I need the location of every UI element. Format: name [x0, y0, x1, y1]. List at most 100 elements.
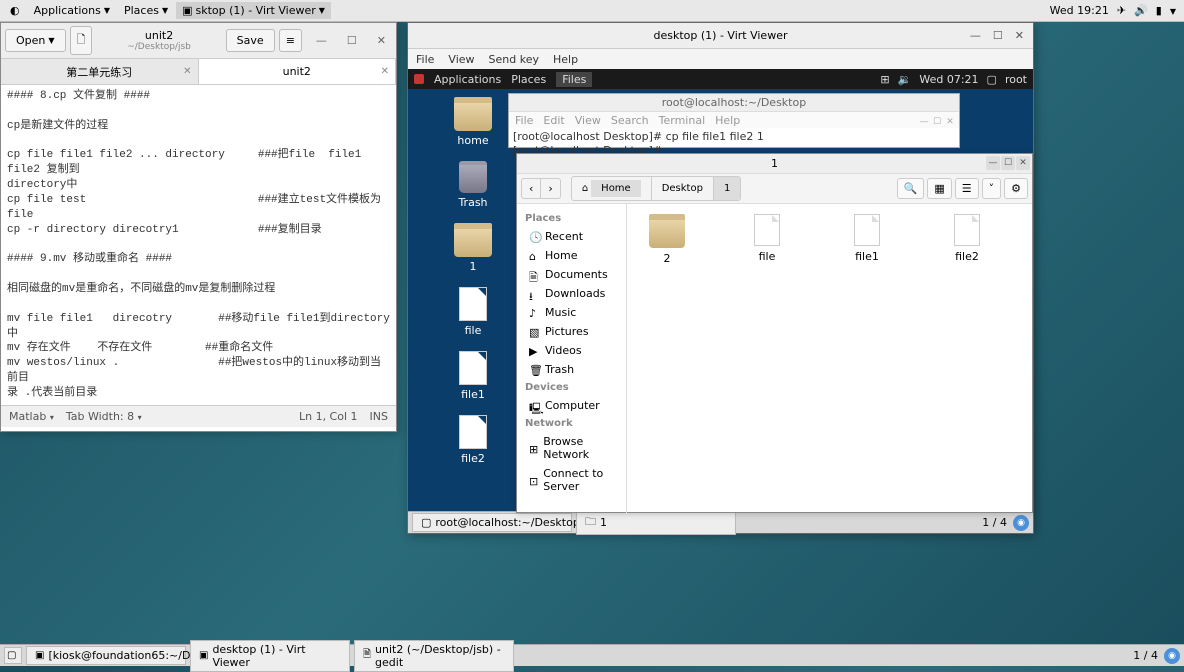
- guest-places-menu[interactable]: Places: [511, 73, 546, 86]
- gear-button[interactable]: ⚙: [1004, 178, 1028, 199]
- desktop-icon-trash[interactable]: Trash: [438, 161, 508, 209]
- open-button[interactable]: Open ▼: [5, 29, 66, 52]
- battery-icon[interactable]: ▮: [1156, 4, 1162, 17]
- volume-icon[interactable]: 🔊: [1134, 4, 1148, 17]
- file-item-file[interactable]: file: [737, 214, 797, 263]
- minimize-button[interactable]: —: [965, 28, 986, 43]
- battery-icon[interactable]: ▢: [987, 73, 997, 86]
- guest-clock[interactable]: Wed 07:21: [919, 73, 978, 86]
- sidebar-item-trash[interactable]: 🗑Trash: [517, 360, 626, 379]
- guest-desktop: Applications Places Files ⊞ 🔉 Wed 07:21 …: [408, 69, 1033, 533]
- taskbar-item-gedit[interactable]: 🗎 unit2 (~/Desktop/jsb) - gedit: [354, 640, 514, 672]
- desktop-icon-file2[interactable]: file2: [438, 415, 508, 465]
- close-icon[interactable]: ✕: [381, 66, 389, 77]
- sidebar-item-pictures[interactable]: ▧Pictures: [517, 322, 626, 341]
- guest-files-menu[interactable]: Files: [556, 72, 592, 87]
- menu-terminal[interactable]: Terminal: [659, 114, 706, 127]
- files-window: 1 —☐✕ ‹ › ⌂ Home Desktop 1 🔍 ▦ ☰ ˅: [516, 153, 1033, 513]
- menu-sendkey[interactable]: Send key: [489, 53, 539, 66]
- lang-selector[interactable]: Matlab ▾: [9, 410, 54, 423]
- forward-button[interactable]: ›: [541, 179, 559, 198]
- files-titlebar: 1 —☐✕: [517, 154, 1032, 174]
- taskbar-item-terminal[interactable]: ▢ root@localhost:~/Desktop: [412, 513, 572, 532]
- editor-body[interactable]: #### 8.cp 文件复制 #### cp是新建文件的过程 cp file f…: [1, 85, 396, 405]
- desktop-icon-home[interactable]: home: [438, 97, 508, 147]
- sidebar-item-home[interactable]: ⌂Home: [517, 246, 626, 265]
- window-menu[interactable]: ▣ sktop (1) - Virt Viewer ▼: [176, 2, 331, 19]
- sidebar-item-music[interactable]: ♪Music: [517, 303, 626, 322]
- minimize-button[interactable]: —: [986, 156, 1000, 170]
- sidebar-heading-network: Network: [517, 415, 626, 432]
- applications-menu[interactable]: Applications ▼: [28, 2, 116, 19]
- save-button[interactable]: Save: [226, 29, 275, 52]
- back-button[interactable]: ‹: [522, 179, 541, 198]
- crumb-desktop[interactable]: Desktop: [652, 177, 714, 200]
- file-item-file1[interactable]: file1: [837, 214, 897, 263]
- hamburger-button[interactable]: ≡: [279, 29, 302, 52]
- gedit-statusbar: Matlab ▾ Tab Width: 8 ▾ Ln 1, Col 1 INS: [1, 405, 396, 427]
- close-button[interactable]: ✕: [371, 32, 392, 49]
- minimize-button[interactable]: —: [918, 113, 930, 131]
- clock[interactable]: Wed 19:21: [1050, 4, 1109, 17]
- maximize-button[interactable]: ☐: [1001, 156, 1015, 170]
- close-icon[interactable]: ✕: [183, 66, 191, 77]
- workspace-badge[interactable]: ◉: [1013, 515, 1029, 531]
- desktop-icon-file[interactable]: file: [438, 287, 508, 337]
- power-icon[interactable]: ▼: [1170, 4, 1176, 17]
- close-button[interactable]: ✕: [1010, 28, 1029, 43]
- volume-icon[interactable]: 🔉: [898, 73, 912, 86]
- network-icon[interactable]: ⊞: [880, 73, 889, 86]
- activities-icon[interactable]: [414, 74, 424, 84]
- crumb-1[interactable]: 1: [714, 177, 740, 200]
- activities-icon[interactable]: ◐: [4, 2, 26, 19]
- menu-edit[interactable]: Edit: [543, 114, 564, 127]
- menu-search[interactable]: Search: [611, 114, 649, 127]
- workspace-indicator[interactable]: 1 / 4: [1133, 649, 1158, 662]
- workspace-indicator[interactable]: 1 / 4: [982, 516, 1007, 529]
- menu-file[interactable]: File: [515, 114, 533, 127]
- places-menu[interactable]: Places ▼: [118, 2, 174, 19]
- view-grid-button[interactable]: ▦: [927, 178, 951, 199]
- sidebar-item-computer[interactable]: 🖳Computer: [517, 396, 626, 415]
- new-doc-button[interactable]: 🗋: [70, 26, 93, 55]
- view-options-button[interactable]: ˅: [982, 178, 1002, 199]
- desktop-icon-folder1[interactable]: 1: [438, 223, 508, 273]
- taskbar-item-virt[interactable]: ▣ desktop (1) - Virt Viewer: [190, 640, 350, 672]
- maximize-button[interactable]: ☐: [931, 113, 943, 131]
- sidebar-item-videos[interactable]: ▶Videos: [517, 341, 626, 360]
- menu-view[interactable]: View: [575, 114, 601, 127]
- menu-file[interactable]: File: [416, 53, 434, 66]
- tab-unit1[interactable]: 第二单元练习✕: [1, 59, 199, 84]
- close-button[interactable]: ✕: [1016, 156, 1030, 170]
- files-main[interactable]: 2 file file1 file2: [627, 204, 1032, 514]
- taskbar-item-kiosk[interactable]: ▣ [kiosk@foundation65:~/Desktop]: [26, 646, 186, 665]
- cursor-pos: Ln 1, Col 1: [299, 410, 358, 423]
- tab-unit2[interactable]: unit2✕: [199, 59, 397, 84]
- guest-apps-menu[interactable]: Applications: [434, 73, 501, 86]
- menu-view[interactable]: View: [448, 53, 474, 66]
- menu-help[interactable]: Help: [715, 114, 740, 127]
- sidebar-item-downloads[interactable]: ⭳Downloads: [517, 284, 626, 303]
- minimize-button[interactable]: —: [310, 32, 333, 49]
- close-button[interactable]: ✕: [944, 113, 956, 131]
- guest-user[interactable]: root: [1005, 73, 1027, 86]
- tabwidth-selector[interactable]: Tab Width: 8 ▾: [66, 410, 142, 423]
- search-button[interactable]: 🔍: [897, 178, 925, 199]
- maximize-button[interactable]: ☐: [988, 28, 1008, 43]
- file-item-file2[interactable]: file2: [937, 214, 997, 263]
- files-sidebar: Places 🕓Recent ⌂Home 🗎Documents ⭳Downloa…: [517, 204, 627, 514]
- file-item-folder2[interactable]: 2: [637, 214, 697, 265]
- workspace-badge[interactable]: ◉: [1164, 648, 1180, 664]
- crumb-home[interactable]: ⌂ Home: [572, 177, 652, 200]
- airplane-icon[interactable]: ✈: [1117, 4, 1126, 17]
- sidebar-item-documents[interactable]: 🗎Documents: [517, 265, 626, 284]
- maximize-button[interactable]: ☐: [341, 32, 363, 49]
- view-list-button[interactable]: ☰: [955, 178, 979, 199]
- desktop-icon-file1[interactable]: file1: [438, 351, 508, 401]
- taskbar-showdesktop[interactable]: ▢: [4, 647, 22, 664]
- sidebar-item-browse[interactable]: ⊞Browse Network: [517, 432, 626, 464]
- sidebar-item-connect[interactable]: ⊡Connect to Server: [517, 464, 626, 496]
- menu-help[interactable]: Help: [553, 53, 578, 66]
- virt-titlebar: desktop (1) - Virt Viewer — ☐ ✕: [408, 23, 1033, 49]
- sidebar-item-recent[interactable]: 🕓Recent: [517, 227, 626, 246]
